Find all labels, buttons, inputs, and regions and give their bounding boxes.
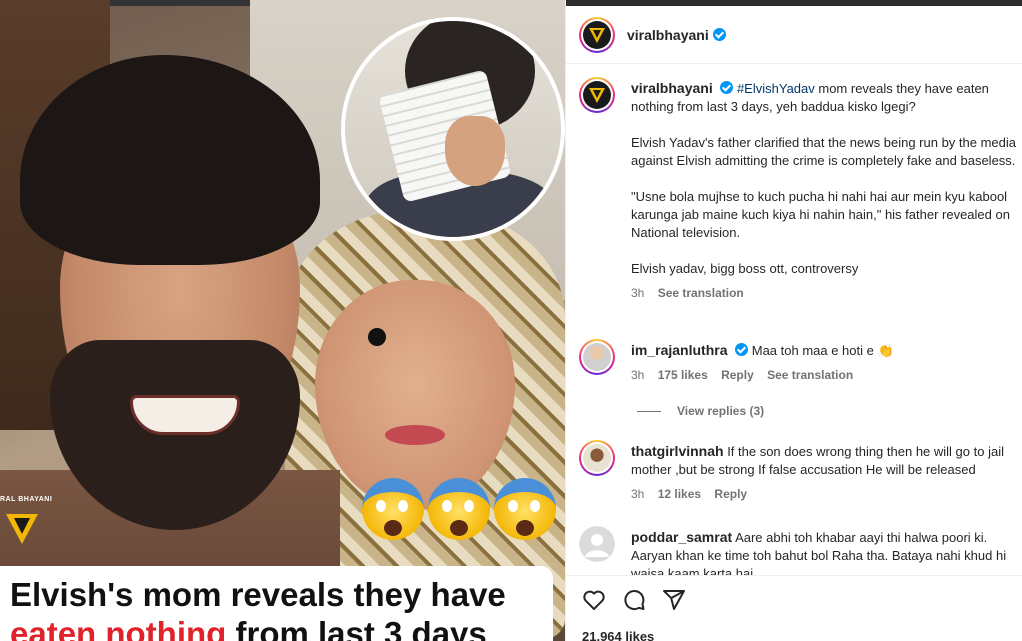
post-side-panel: viralbhayani viralbhayani #ElvishYadav m… [565,0,1022,641]
comments-list: viralbhayani #ElvishYadav mom reveals th… [566,65,1022,575]
share-icon[interactable] [662,588,686,612]
divider-dash [637,410,661,412]
hashtag-link[interactable]: #ElvishYadav [737,81,815,96]
image-caption-highlight: eaten nothing [10,615,227,641]
timestamp: 3h [631,286,645,300]
comment-body: poddar_samrat Aare abhi toh khabar aayi … [631,528,1022,575]
image-caption-rest: from last 3 days [226,615,487,641]
man-smile [130,395,240,435]
viral-bhayani-logo-icon [589,27,605,43]
screaming-face-icon [362,478,424,540]
woman-lips [385,425,445,445]
verified-icon [735,343,749,356]
inset-hand [445,116,505,186]
likes-count[interactable]: 175 likes [658,368,708,382]
caption-paragraph: "Usne bola mujhse to kuch pucha hi nahi … [631,189,1010,240]
commenter-avatar[interactable] [579,526,615,562]
screaming-face-icon [428,478,490,540]
comment-text: Maa toh maa e hoti e 👏 [751,343,894,358]
comment-body: im_rajanluthra Maa toh maa e hoti e 👏 3h… [631,341,1022,384]
shocked-emojis [362,478,560,549]
comment-meta: 3h 12 likes Reply [631,485,1022,503]
likes-count[interactable]: 12 likes [658,487,701,501]
commenter-avatar[interactable] [579,440,615,476]
viral-bhayani-logo-icon [6,514,38,544]
watermark-text: RAL BHAYANI [0,496,53,503]
comment-body: thatgirlvinnah If the son does wrong thi… [631,442,1022,503]
commenter-username[interactable]: thatgirlvinnah [631,443,724,459]
heart-icon[interactable] [582,588,606,612]
timestamp: 3h [631,368,645,382]
woman-bindi [368,328,386,346]
author-avatar[interactable] [579,16,615,53]
commenter-username[interactable]: poddar_samrat [631,529,732,545]
view-replies-button[interactable]: View replies (3) [637,404,764,418]
image-caption-box: Elvish's mom reveals they have eaten not… [0,566,553,641]
action-icons [582,588,686,612]
post-image[interactable]: RAL BHAYANI Elvish's mom reveals they ha… [0,0,565,641]
reply-button[interactable]: Reply [721,368,754,382]
caption-meta: 3h See translation [631,284,1022,302]
comment-icon[interactable] [622,588,646,612]
inset-photo-circle [341,17,565,241]
view-replies-label: View replies (3) [677,404,765,418]
caption-paragraph: Elvish Yadav's father clarified that the… [631,135,1016,168]
caption-username[interactable]: viralbhayani [631,80,713,96]
comment-meta: 3h 175 likes Reply See translation [631,366,1022,384]
reply-button[interactable]: Reply [714,487,747,501]
verified-icon [712,28,726,41]
image-caption-line1: Elvish's mom reveals they have [10,576,506,613]
timestamp: 3h [631,487,645,501]
verified-icon [720,81,734,94]
screaming-face-icon [494,478,556,540]
likes-count[interactable]: 21,964 likes [582,629,654,641]
post-header: viralbhayani [566,6,1022,64]
commenter-username[interactable]: im_rajanluthra [631,342,727,358]
see-translation-link[interactable]: See translation [658,286,744,300]
post-actions-bar: 21,964 likes [566,575,1022,641]
author-username[interactable]: viralbhayani [627,27,709,43]
see-translation-link[interactable]: See translation [767,368,853,382]
image-caption-line2: eaten nothing from last 3 days [10,614,543,641]
default-user-icon [579,526,615,562]
caption-paragraph: Elvish yadav, bigg boss ott, controversy [631,261,859,276]
viral-bhayani-logo-icon [589,88,605,103]
commenter-avatar[interactable] [579,339,615,375]
author-avatar[interactable] [579,77,615,113]
caption-text: viralbhayani #ElvishYadav mom reveals th… [631,79,1022,302]
